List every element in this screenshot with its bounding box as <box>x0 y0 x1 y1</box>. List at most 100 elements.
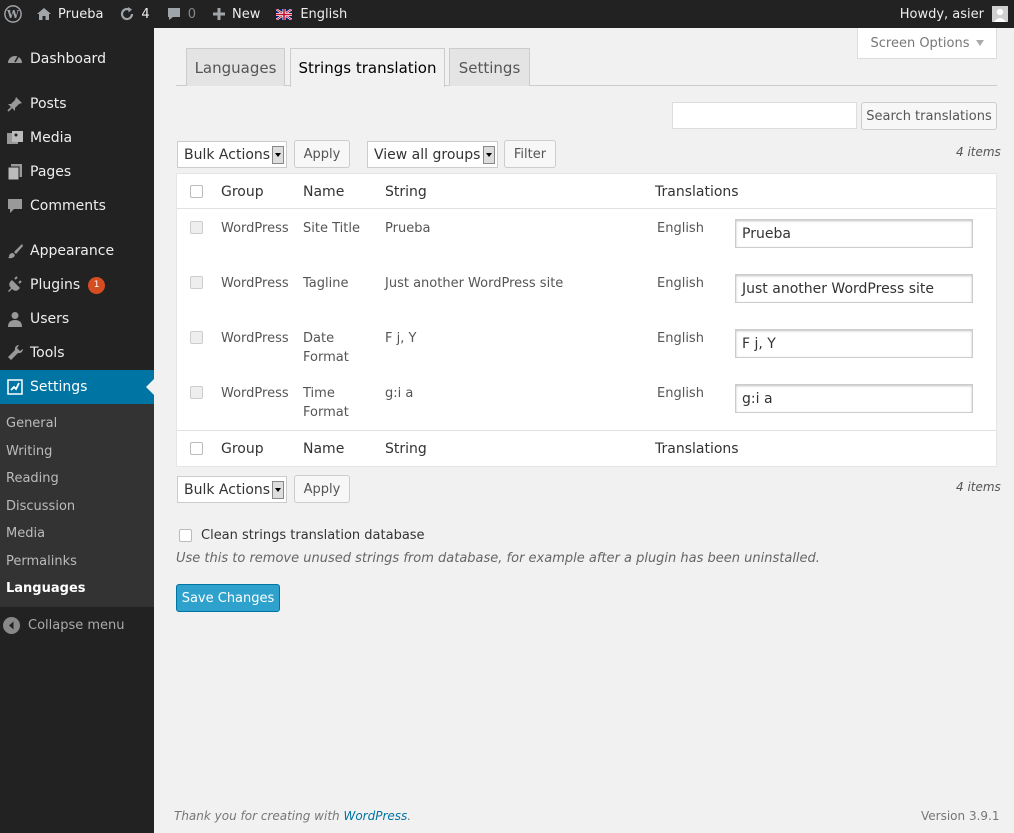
comments-menu[interactable]: 0 <box>158 0 204 28</box>
table-row: WordPress Date Format F j, Y English F j… <box>177 320 996 375</box>
search-translations-input[interactable] <box>672 102 857 129</box>
home-icon <box>36 6 52 22</box>
menu-settings[interactable]: Settings <box>0 370 154 404</box>
clean-database-checkbox[interactable] <box>179 529 192 542</box>
submenu-languages[interactable]: Languages <box>0 575 154 603</box>
submenu-discussion[interactable]: Discussion <box>0 493 154 521</box>
select-all-checkbox-bottom[interactable] <box>190 442 203 455</box>
select-all-checkbox[interactable] <box>190 185 203 198</box>
plus-icon <box>212 7 226 21</box>
submenu-reading[interactable]: Reading <box>0 465 154 493</box>
table-row: WordPress Site Title Prueba English Prue… <box>177 210 996 265</box>
row-string: Prueba <box>385 221 431 236</box>
footer-version: Version 3.9.1 <box>921 809 1000 823</box>
plugins-update-badge: 1 <box>88 276 106 294</box>
translation-input[interactable]: Prueba <box>735 219 973 248</box>
new-label: New <box>231 6 261 22</box>
row-checkbox[interactable] <box>190 386 203 399</box>
menu-plugins[interactable]: Plugins 1 <box>0 268 154 302</box>
wordpress-link[interactable]: WordPress <box>343 809 407 823</box>
column-name[interactable]: Name <box>303 174 344 209</box>
my-account-menu[interactable]: Howdy, asier <box>900 6 1014 22</box>
filter-button[interactable]: Filter <box>504 140 556 168</box>
menu-tools[interactable]: Tools <box>0 336 154 370</box>
settings-icon <box>6 378 24 396</box>
settings-submenu: General Writing Reading Discussion Media… <box>0 404 154 607</box>
save-changes-button[interactable]: Save Changes <box>176 584 280 612</box>
pin-icon <box>6 95 24 113</box>
column-string[interactable]: String <box>385 174 427 209</box>
row-checkbox[interactable] <box>190 276 203 289</box>
admin-bar: W Prueba 4 0 New English Howdy, asier <box>0 0 1014 28</box>
dashboard-icon <box>6 50 24 68</box>
menu-dashboard[interactable]: Dashboard <box>0 42 154 76</box>
dropdown-arrow-icon <box>272 146 284 164</box>
updates-icon <box>119 6 135 22</box>
table-footer: Group Name String Translations <box>177 430 996 465</box>
apply-button-top[interactable]: Apply <box>294 140 350 168</box>
search-translations-button[interactable]: Search translations <box>861 102 997 130</box>
clean-database-description: Use this to remove unused strings from d… <box>176 551 820 566</box>
menu-comments[interactable]: Comments <box>0 189 154 223</box>
language-menu[interactable]: English <box>268 0 355 28</box>
comment-icon <box>166 6 182 22</box>
bulk-actions-select-bottom[interactable]: Bulk Actions <box>177 476 287 503</box>
updates-count: 4 <box>141 6 150 22</box>
submenu-general[interactable]: General <box>0 410 154 438</box>
comments-count: 0 <box>187 6 196 22</box>
row-string: Just another WordPress site <box>385 276 564 291</box>
translation-input[interactable]: g:i a <box>735 384 973 413</box>
row-language: English <box>657 331 704 346</box>
apply-button-bottom[interactable]: Apply <box>294 475 350 503</box>
wordpress-logo-icon: W <box>4 5 22 23</box>
wp-logo-menu[interactable]: W <box>0 0 28 28</box>
submenu-media[interactable]: Media <box>0 520 154 548</box>
column-group[interactable]: Group <box>221 174 264 209</box>
menu-media[interactable]: Media <box>0 121 154 155</box>
row-checkbox[interactable] <box>190 221 203 234</box>
group-filter-select[interactable]: View all groups <box>367 141 498 168</box>
row-group: WordPress <box>221 276 289 291</box>
menu-posts[interactable]: Posts <box>0 87 154 121</box>
tab-strings-translation[interactable]: Strings translation <box>290 48 445 87</box>
menu-pages[interactable]: Pages <box>0 155 154 189</box>
submenu-permalinks[interactable]: Permalinks <box>0 548 154 576</box>
tab-settings[interactable]: Settings <box>449 48 530 86</box>
column-name-footer[interactable]: Name <box>303 431 344 466</box>
site-name-menu[interactable]: Prueba <box>28 0 111 28</box>
howdy-text: Howdy, asier <box>899 6 984 22</box>
column-translations-footer: Translations <box>655 440 739 457</box>
row-language: English <box>657 276 704 291</box>
dropdown-arrow-icon <box>272 481 284 499</box>
updates-menu[interactable]: 4 <box>111 0 157 28</box>
menu-appearance[interactable]: Appearance <box>0 234 154 268</box>
uk-flag-icon <box>275 7 293 21</box>
row-checkbox[interactable] <box>190 331 203 344</box>
user-icon <box>6 310 24 328</box>
row-name: Tagline <box>303 276 349 291</box>
row-string: g:i a <box>385 386 414 401</box>
row-group: WordPress <box>221 331 289 346</box>
column-translations: Translations <box>655 183 739 200</box>
clean-database-option[interactable]: Clean strings translation database <box>179 528 425 543</box>
column-string-footer[interactable]: String <box>385 431 427 466</box>
tab-languages[interactable]: Languages <box>186 48 285 86</box>
column-group-footer[interactable]: Group <box>221 431 264 466</box>
translation-input[interactable]: Just another WordPress site <box>735 274 973 303</box>
table-row: WordPress Tagline Just another WordPress… <box>177 265 996 320</box>
row-language: English <box>657 221 704 236</box>
main-content: Screen Options Languages Strings transla… <box>154 28 1014 833</box>
row-group: WordPress <box>221 221 289 236</box>
bulk-actions-select-top[interactable]: Bulk Actions <box>177 141 287 168</box>
row-name: Site Title <box>303 221 360 236</box>
submenu-writing[interactable]: Writing <box>0 438 154 466</box>
translation-input[interactable]: F j, Y <box>735 329 973 358</box>
strings-table: Group Name String Translations WordPress… <box>176 173 997 467</box>
nav-tabs: Languages Strings translation Settings <box>176 48 997 87</box>
svg-text:W: W <box>6 8 20 21</box>
avatar <box>992 6 1008 22</box>
new-content-menu[interactable]: New <box>204 0 268 28</box>
wrench-icon <box>6 344 24 362</box>
collapse-menu-button[interactable]: Collapse menu <box>0 609 154 643</box>
menu-users[interactable]: Users <box>0 302 154 336</box>
